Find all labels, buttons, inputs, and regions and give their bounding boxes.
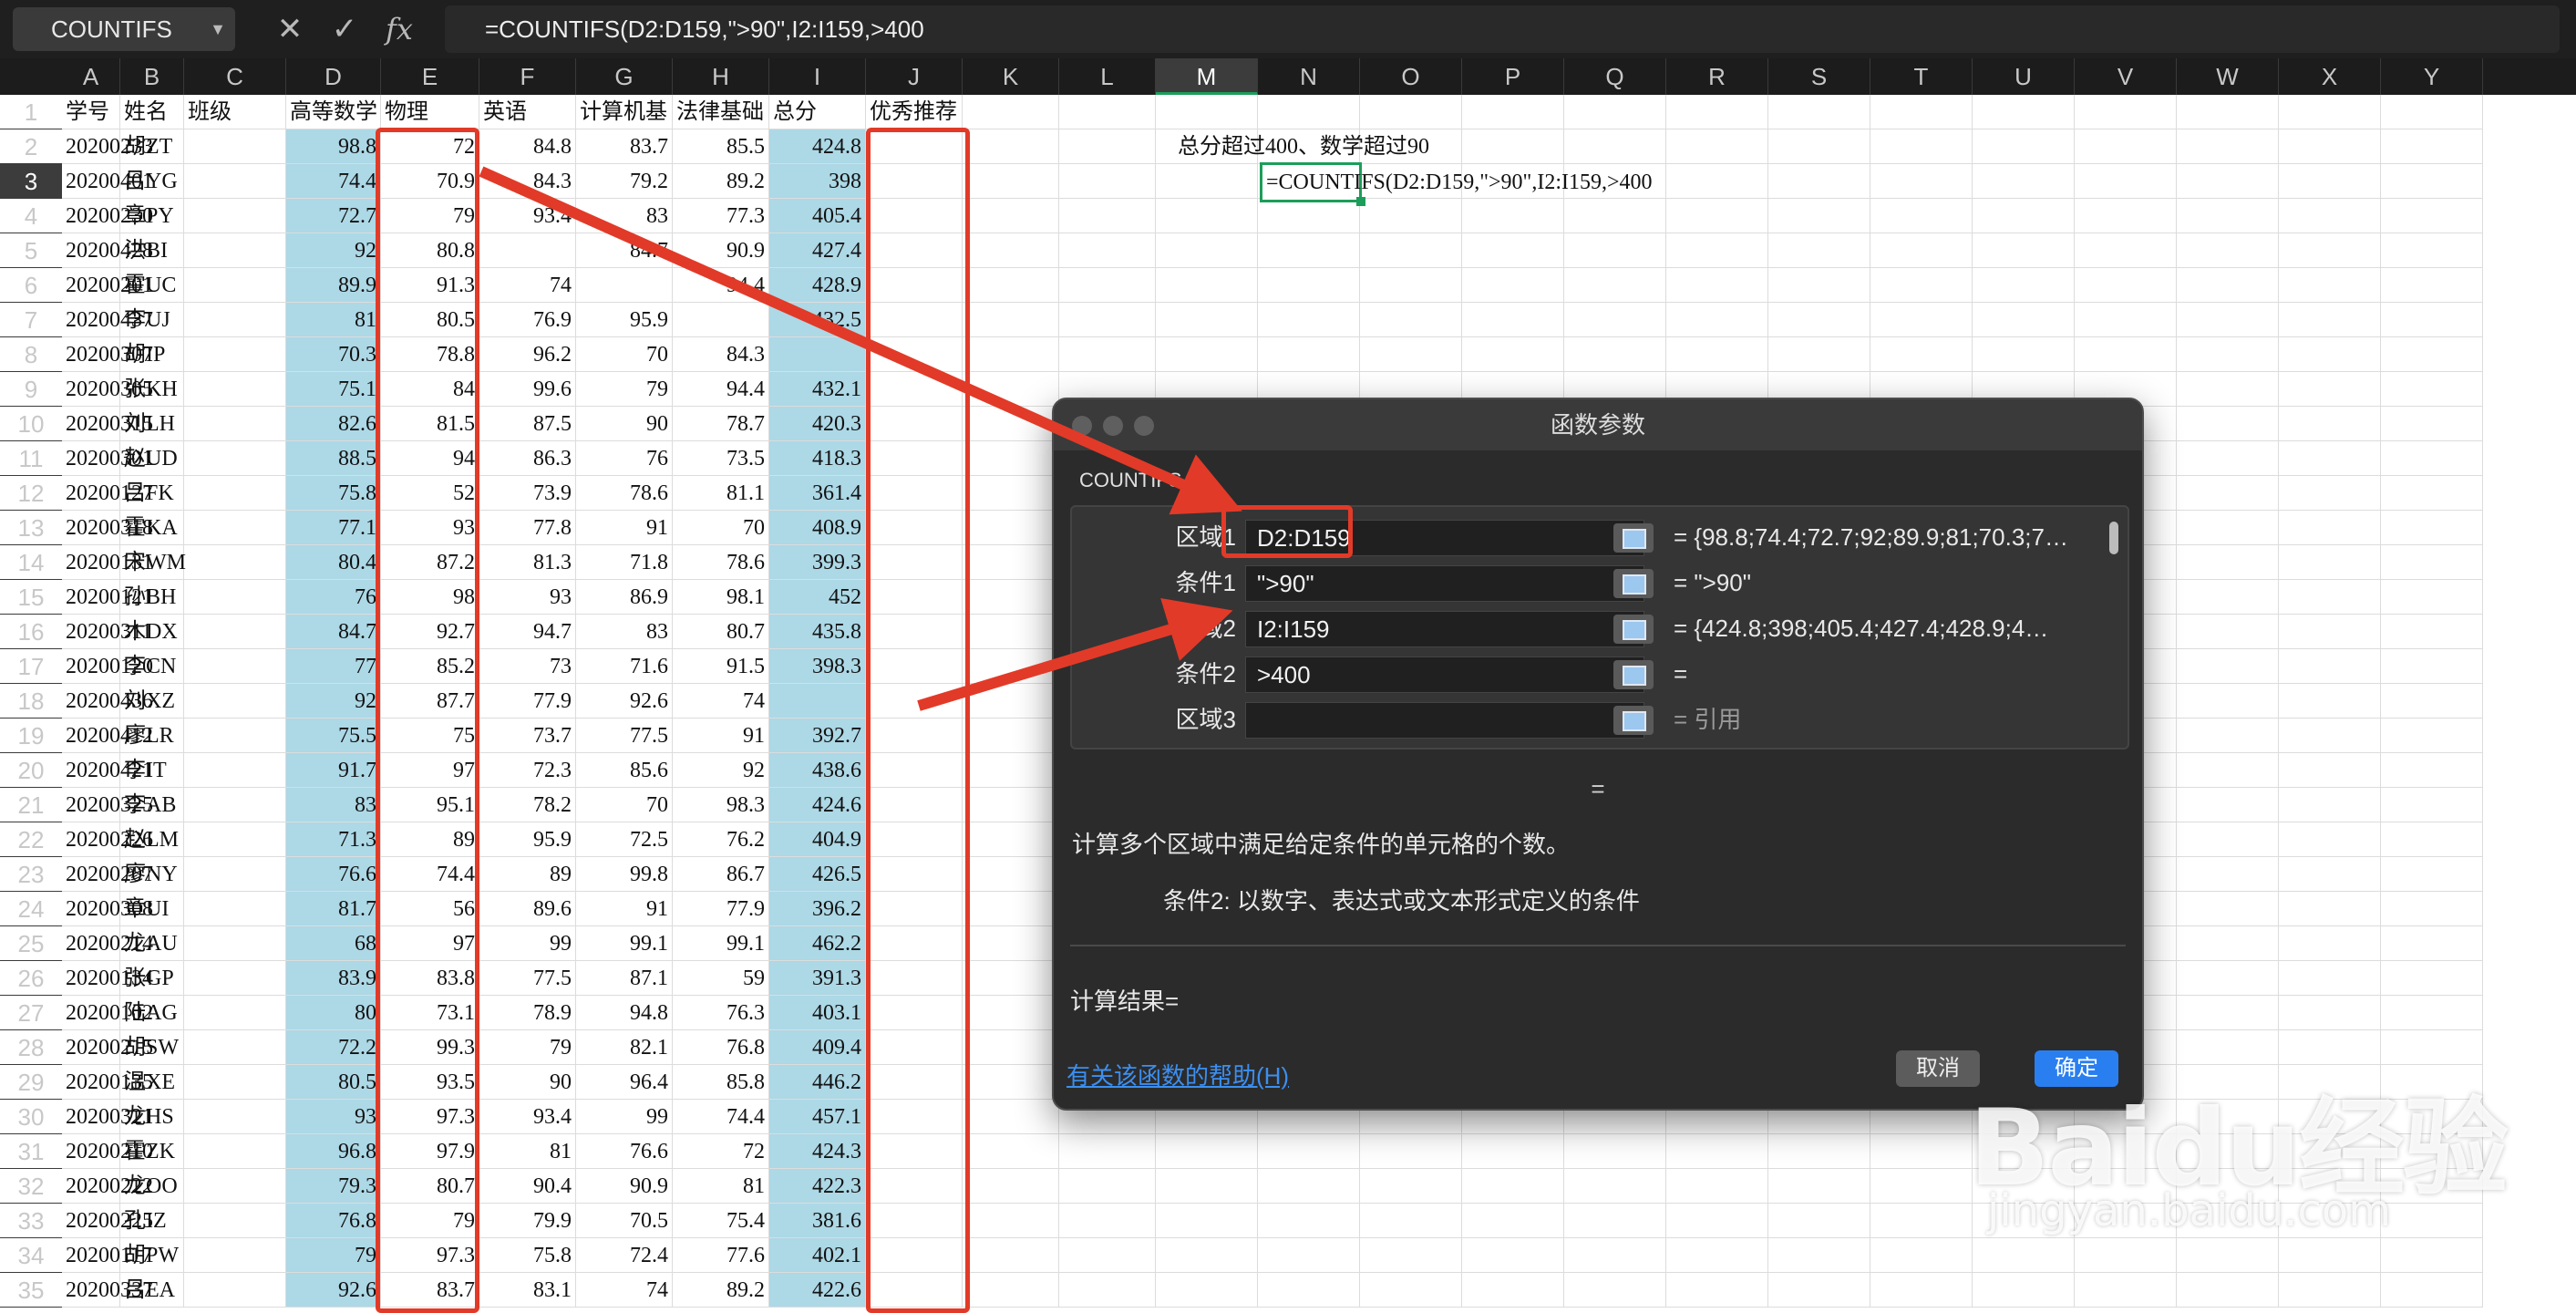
baidu-watermark-url: jingyan.baidu.com xyxy=(1987,1185,2391,1236)
arrow-to-range2 xyxy=(917,597,1233,711)
arrow-to-range1 xyxy=(479,166,1242,515)
